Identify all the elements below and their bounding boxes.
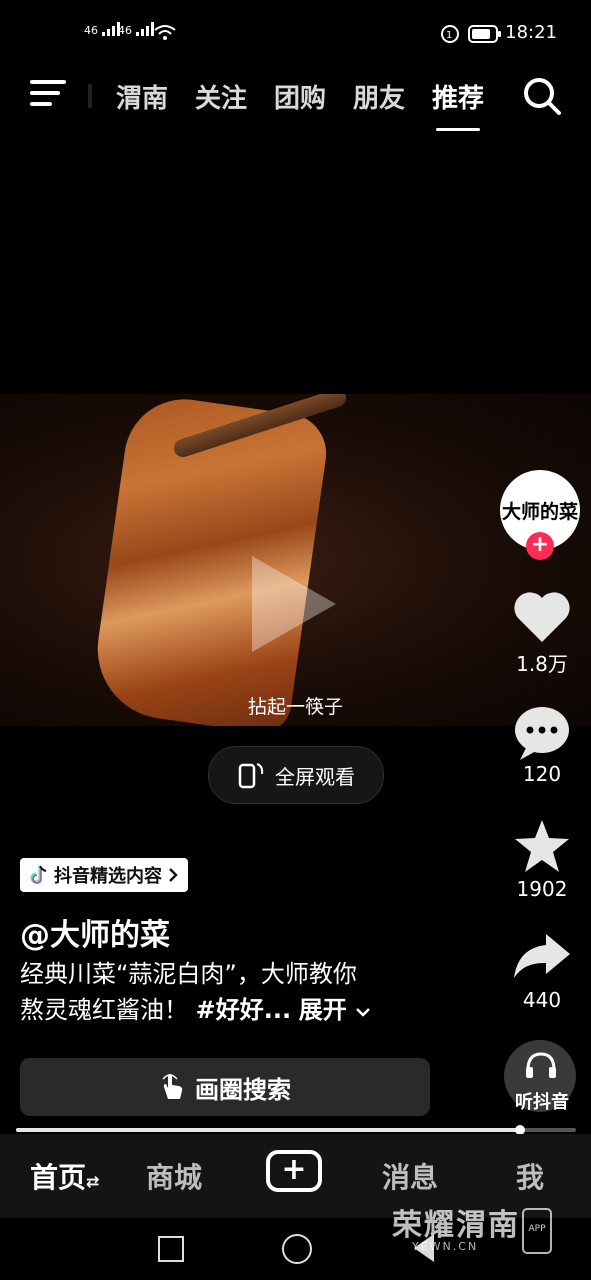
tab-following[interactable]: 关注 [195, 78, 247, 115]
search-icon[interactable] [522, 76, 562, 116]
status-bar: 46 46 1 18:21 [0, 0, 591, 70]
fullscreen-button[interactable]: 全屏观看 [208, 746, 384, 804]
like-count: 1.8万 [516, 652, 568, 676]
nav-home[interactable]: 首页⇄ [30, 1156, 99, 1196]
author-name[interactable]: @大师的菜 [20, 910, 170, 954]
tab-friends[interactable]: 朋友 [353, 78, 405, 115]
tab-group-buy[interactable]: 团购 [274, 78, 326, 115]
video-subtitle: 拈起一筷子 [247, 696, 343, 718]
featured-badge[interactable]: 抖音精选内容 [20, 858, 188, 892]
circle-search-button[interactable]: 画圈搜索 [20, 1058, 430, 1116]
switch-arrows-icon: ⇄ [86, 1172, 100, 1191]
watermark-url: YEWN.CN [412, 1240, 479, 1253]
listen-label: 听抖音 [515, 1092, 569, 1113]
battery-icon [468, 25, 501, 43]
nav-mall[interactable]: 商城 [146, 1156, 202, 1196]
chevron-right-icon [169, 868, 178, 882]
top-nav: 渭南 关注 团购 朋友 推荐 [0, 70, 591, 131]
data-saver-icon: 1 [441, 25, 459, 43]
play-icon[interactable] [252, 556, 336, 652]
follow-button[interactable]: + [526, 532, 554, 560]
share-count: 440 [522, 988, 562, 1012]
douyin-logo-icon [30, 865, 47, 884]
nav-messages[interactable]: 消息 [382, 1156, 438, 1196]
circle-search-label: 画圈搜索 [195, 1075, 291, 1104]
recents-button[interactable] [158, 1236, 184, 1262]
active-tab-indicator [436, 128, 481, 131]
hand-tap-icon [162, 1074, 183, 1099]
fullscreen-label: 全屏观看 [275, 764, 355, 789]
tab-recommend[interactable]: 推荐 [432, 78, 484, 131]
home-button[interactable] [282, 1234, 312, 1264]
hashtag-link[interactable]: #好好... [196, 996, 291, 1024]
video-progress-bar[interactable] [16, 1125, 576, 1135]
featured-badge-label: 抖音精选内容 [54, 866, 162, 887]
progress-fill [16, 1128, 520, 1132]
plus-icon[interactable]: + [266, 1150, 322, 1192]
tab-weinan[interactable]: 渭南 [116, 78, 168, 115]
post-description: 经典川菜“蒜泥白肉”，大师教你 熬灵魂红酱油！ #好好... 展开 [20, 956, 430, 1028]
favorite-count: 1902 [516, 877, 568, 901]
signal-indicator-2: 46 [118, 22, 156, 37]
wifi-icon [154, 25, 176, 40]
expand-button[interactable]: 展开 [299, 996, 371, 1024]
comment-icon[interactable] [512, 704, 572, 762]
rotate-screen-icon [238, 763, 264, 789]
svg-text:1: 1 [446, 30, 452, 41]
description-line-2: 熬灵魂红酱油！ [20, 996, 188, 1024]
menu-icon[interactable] [30, 78, 68, 108]
avatar-text: 大师的菜 [501, 500, 578, 523]
share-icon[interactable] [512, 932, 572, 980]
description-line-1: 经典川菜“蒜泥白肉”，大师教你 [20, 960, 357, 988]
chevron-down-icon [356, 1008, 370, 1017]
signal-indicator-1: 46 [84, 22, 122, 37]
tab-divider [88, 84, 92, 108]
star-icon[interactable] [512, 818, 572, 876]
clock: 18:21 [505, 22, 557, 43]
nav-me[interactable]: 我 [516, 1156, 544, 1196]
watermark-app-badge: APP [522, 1208, 552, 1254]
headphones-icon [526, 1052, 556, 1078]
comment-count: 120 [522, 762, 562, 786]
heart-icon[interactable] [512, 590, 572, 644]
watermark-title: 荣耀渭南 [392, 1208, 520, 1243]
